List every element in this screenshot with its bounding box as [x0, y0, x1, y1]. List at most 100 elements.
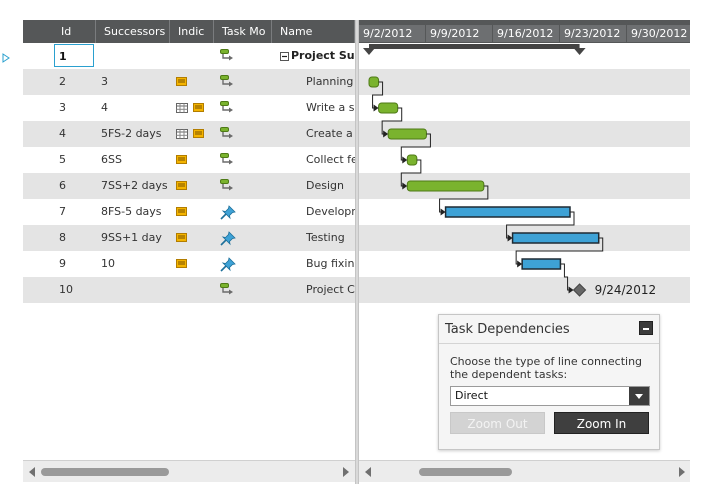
cell-name[interactable]: Write a sp — [306, 95, 355, 121]
gantt-scroll-right-arrow-icon[interactable] — [679, 467, 685, 477]
auto-schedule-icon — [220, 283, 234, 298]
cell-id[interactable]: 1 — [54, 44, 94, 67]
chevron-down-icon[interactable] — [629, 387, 649, 405]
notes-icon — [176, 259, 187, 269]
cell-successors[interactable] — [101, 277, 169, 303]
line-type-selected-value: Direct — [455, 389, 488, 402]
table-row[interactable]: 4 5FS-2 days Create a d — [23, 121, 355, 147]
column-header-indicators[interactable]: Indic — [170, 20, 214, 43]
cell-name[interactable]: Bug fixing — [306, 251, 355, 277]
cell-name[interactable]: Testing — [306, 225, 355, 251]
cell-successors[interactable]: 5FS-2 days — [101, 121, 169, 147]
cell-id[interactable]: 10 — [59, 277, 73, 303]
auto-task-bar[interactable] — [406, 154, 418, 166]
auto-schedule-icon — [220, 127, 234, 142]
timeline-tick-label: 9/9/2012 — [426, 25, 493, 42]
grid-header: Id Successors Indic Task Mo Name — [23, 20, 355, 43]
cell-id[interactable]: 2 — [59, 69, 66, 95]
cell-name[interactable]: Collect fee — [306, 147, 355, 173]
cell-id[interactable]: 3 — [59, 95, 66, 121]
manual-schedule-pin-icon — [220, 231, 236, 246]
dependency-arrow-icon — [517, 260, 523, 268]
auto-task-bar[interactable] — [378, 102, 399, 114]
line-type-dropdown[interactable]: Direct — [450, 386, 650, 406]
auto-schedule-icon — [220, 75, 234, 90]
cell-successors[interactable]: 9SS+1 day — [101, 225, 169, 251]
timeline-tick-label: 9/30/2012 — [627, 25, 690, 42]
cell-name[interactable]: Design — [306, 173, 355, 199]
dependency-arrow-icon — [383, 130, 389, 138]
dependency-line — [560, 263, 570, 291]
cell-successors[interactable]: 3 — [101, 69, 169, 95]
auto-task-bar[interactable] — [368, 76, 380, 88]
auto-schedule-icon — [220, 101, 234, 116]
table-row[interactable]: 8 9SS+1 day Testing — [23, 225, 355, 251]
column-header-id[interactable]: Id — [53, 20, 96, 43]
cell-id[interactable]: 4 — [59, 121, 66, 147]
gantt-horizontal-scrollbar[interactable] — [359, 460, 690, 482]
gantt-scroll-thumb[interactable] — [419, 468, 512, 476]
cell-successors[interactable]: 8FS-5 days — [101, 199, 169, 225]
collapse-icon[interactable] — [280, 52, 289, 61]
timeline-header: 9/2/2012 9/9/2012 9/16/2012 9/23/2012 9/30/2… — [359, 20, 690, 43]
table-row[interactable]: 7 8FS-5 days Developm — [23, 199, 355, 225]
notes-icon — [176, 77, 187, 87]
zoom-in-button[interactable]: Zoom In — [554, 412, 649, 434]
column-header-name[interactable]: Name — [272, 20, 355, 43]
milestone-marker[interactable] — [572, 283, 587, 297]
auto-task-bar[interactable] — [387, 128, 427, 140]
zoom-out-button[interactable]: Zoom Out — [450, 412, 545, 434]
table-row[interactable]: 6 7SS+2 days Design — [23, 173, 355, 199]
panel-description: Choose the type of line connecting the d… — [450, 355, 643, 381]
cell-name[interactable]: Project Sum — [291, 43, 355, 69]
cell-successors[interactable]: 10 — [101, 251, 169, 277]
summary-bar[interactable] — [363, 44, 586, 55]
dependency-arrow-icon — [402, 156, 408, 164]
panel-divider — [439, 343, 659, 344]
panel-title: Task Dependencies — [445, 322, 570, 337]
notes-icon — [193, 129, 204, 139]
cell-name[interactable]: Planning — [306, 69, 355, 95]
column-header-task_mode[interactable]: Task Mo — [214, 20, 272, 43]
scroll-right-arrow-icon[interactable] — [343, 467, 349, 477]
cell-successors[interactable]: 6SS — [101, 147, 169, 173]
table-row[interactable]: 2 3 Planning — [23, 69, 355, 95]
dependency-arrow-icon — [402, 182, 408, 190]
auto-schedule-icon — [220, 153, 234, 168]
manual-task-bar[interactable] — [511, 232, 600, 244]
notes-icon — [176, 155, 187, 165]
scroll-left-arrow-icon[interactable] — [29, 467, 35, 477]
table-row[interactable]: 5 6SS Collect fee — [23, 147, 355, 173]
gantt-scroll-left-arrow-icon[interactable] — [365, 467, 371, 477]
grid-horizontal-scrollbar[interactable] — [23, 460, 355, 482]
manual-schedule-pin-icon — [220, 205, 236, 220]
cell-id[interactable]: 5 — [59, 147, 66, 173]
notes-icon — [176, 181, 187, 191]
cell-id[interactable]: 7 — [59, 199, 66, 225]
manual-task-bar[interactable] — [521, 258, 562, 270]
table-row[interactable]: 3 4 Write a sp — [23, 95, 355, 121]
column-header-successors[interactable]: Successors — [96, 20, 170, 43]
notes-icon — [176, 233, 187, 243]
cell-id[interactable]: 6 — [59, 173, 66, 199]
manual-task-bar[interactable] — [444, 206, 571, 218]
cell-successors[interactable]: 4 — [101, 95, 169, 121]
cell-successors[interactable] — [101, 43, 169, 69]
milestone-date-label: 9/24/2012 — [595, 283, 657, 297]
cell-name[interactable]: Developm — [306, 199, 355, 225]
dependency-arrow-icon — [373, 104, 379, 112]
cell-successors[interactable]: 7SS+2 days — [101, 173, 169, 199]
grid-scroll-thumb[interactable] — [41, 468, 169, 476]
cell-name[interactable]: Project Co — [306, 277, 355, 303]
table-row[interactable]: 10 Project Co — [23, 277, 355, 303]
cell-id[interactable]: 9 — [59, 251, 66, 277]
cell-id[interactable]: 8 — [59, 225, 66, 251]
table-row[interactable]: 9 10 Bug fixing — [23, 251, 355, 277]
minimize-icon[interactable] — [639, 321, 653, 335]
task-dependencies-panel: Task Dependencies Choose the type of lin… — [438, 314, 660, 450]
auto-schedule-icon — [220, 179, 234, 194]
auto-task-bar[interactable] — [406, 180, 485, 192]
timeline-tick-label: 9/23/2012 — [560, 25, 627, 42]
table-row[interactable]: 1 Project Sum — [23, 43, 355, 69]
cell-name[interactable]: Create a d — [306, 121, 355, 147]
